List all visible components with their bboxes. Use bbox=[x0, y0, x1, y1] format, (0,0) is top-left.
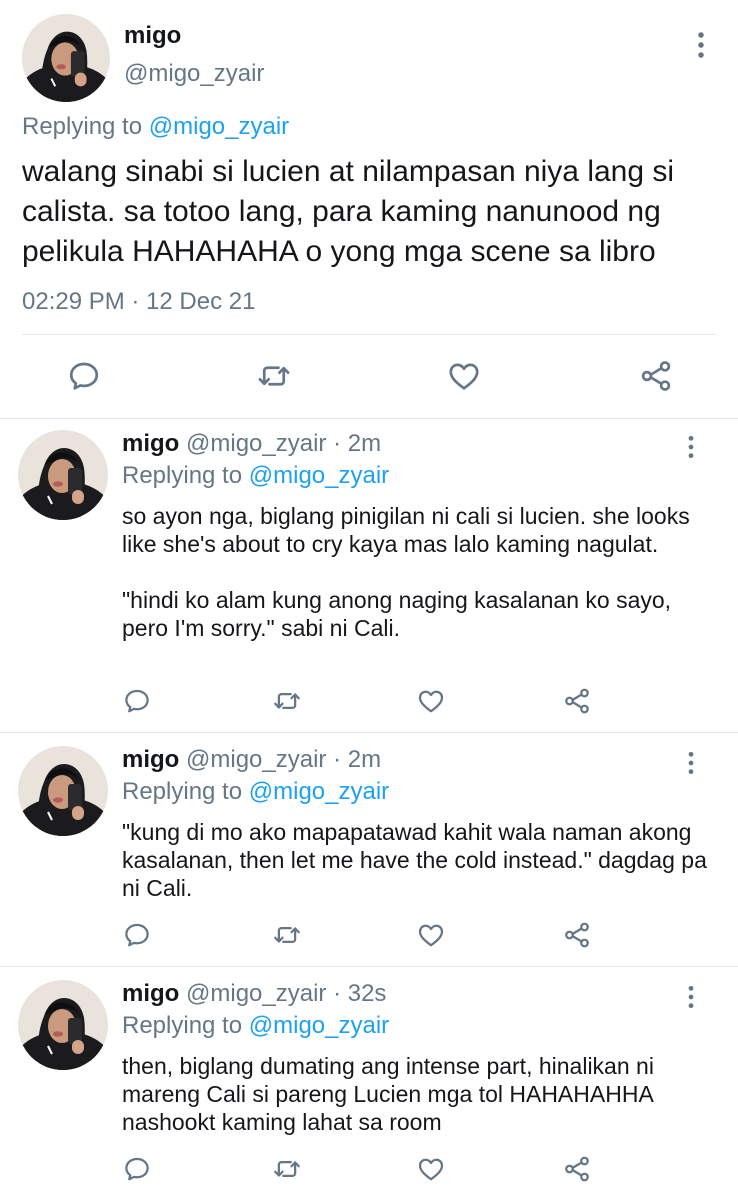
like-icon[interactable] bbox=[416, 686, 446, 716]
retweet-icon[interactable] bbox=[272, 686, 302, 716]
share-icon[interactable] bbox=[562, 686, 592, 716]
more-options-icon[interactable] bbox=[684, 434, 698, 460]
tweet-header: migo @migo_zyair · 2m bbox=[122, 746, 381, 774]
tweet-text: then, biglang dumating ang intense part,… bbox=[122, 1053, 654, 1135]
main-tweet: migo @migo_zyair Replying to @migo_zyair… bbox=[0, 0, 738, 418]
tweet-text: "kung di mo ako mapapatawad kahit wala n… bbox=[122, 819, 707, 901]
replying-to-line: Replying to @migo_zyair bbox=[122, 778, 389, 806]
display-name[interactable]: migo bbox=[122, 430, 179, 457]
share-icon[interactable] bbox=[562, 920, 592, 950]
replying-to-handle-link[interactable]: @migo_zyair bbox=[249, 1012, 389, 1039]
divider bbox=[22, 334, 716, 335]
user-handle[interactable]: @migo_zyair bbox=[186, 430, 326, 457]
avatar[interactable] bbox=[18, 746, 108, 836]
replying-to-handle-link[interactable]: @migo_zyair bbox=[249, 778, 389, 805]
share-icon[interactable] bbox=[562, 1154, 592, 1184]
avatar[interactable] bbox=[22, 14, 110, 102]
user-handle[interactable]: @migo_zyair bbox=[186, 746, 326, 773]
tweet-actions bbox=[0, 920, 738, 956]
reply-icon[interactable] bbox=[122, 920, 152, 950]
tweet-header: migo @migo_zyair · 32s bbox=[122, 980, 386, 1008]
avatar[interactable] bbox=[18, 430, 108, 520]
tweet-text: walang sinabi si lucien at nilampasan ni… bbox=[22, 155, 675, 268]
replying-to-label: Replying to bbox=[122, 462, 243, 489]
user-handle[interactable]: @migo_zyair bbox=[186, 980, 326, 1007]
reply-icon[interactable] bbox=[122, 686, 152, 716]
replying-to-label: Replying to bbox=[22, 113, 143, 140]
user-handle[interactable]: @migo_zyair bbox=[124, 60, 264, 88]
replying-to-line: Replying to @migo_zyair bbox=[122, 462, 389, 490]
tweet-timestamp[interactable]: 02:29 PM · 12 Dec 21 bbox=[22, 288, 255, 316]
tweet-header: migo @migo_zyair · 2m bbox=[122, 430, 381, 458]
tweet-text: so ayon nga, biglang pinigilan ni cali s… bbox=[122, 503, 690, 641]
replying-to-handle-link[interactable]: @migo_zyair bbox=[149, 113, 289, 140]
display-name[interactable]: migo bbox=[122, 980, 179, 1007]
retweet-icon[interactable] bbox=[272, 920, 302, 950]
share-icon[interactable] bbox=[638, 358, 674, 394]
avatar[interactable] bbox=[18, 980, 108, 1070]
display-name[interactable]: migo bbox=[122, 746, 179, 773]
tweet-actions bbox=[0, 686, 738, 722]
tweet-actions bbox=[0, 358, 738, 398]
like-icon[interactable] bbox=[416, 920, 446, 950]
display-name[interactable]: migo bbox=[124, 22, 181, 50]
replying-to-label: Replying to bbox=[122, 778, 243, 805]
replying-to-label: Replying to bbox=[122, 1012, 243, 1039]
replying-to-line: Replying to @migo_zyair bbox=[122, 1012, 389, 1040]
more-options-icon[interactable] bbox=[684, 750, 698, 776]
tweet-time: · 32s bbox=[333, 980, 387, 1007]
reply-icon[interactable] bbox=[66, 358, 102, 394]
more-options-icon[interactable] bbox=[684, 984, 698, 1010]
divider bbox=[0, 966, 738, 967]
tweet-actions bbox=[0, 1154, 738, 1190]
like-icon[interactable] bbox=[446, 358, 482, 394]
divider bbox=[0, 732, 738, 733]
retweet-icon[interactable] bbox=[256, 358, 292, 394]
reply-tweet[interactable]: migo @migo_zyair · 2m Replying to @migo_… bbox=[0, 418, 738, 732]
replying-to-handle-link[interactable]: @migo_zyair bbox=[249, 462, 389, 489]
reply-icon[interactable] bbox=[122, 1154, 152, 1184]
reply-tweet[interactable]: migo @migo_zyair · 32s Replying to @migo… bbox=[0, 968, 738, 1200]
replying-to-line: Replying to @migo_zyair bbox=[22, 113, 289, 141]
reply-tweet[interactable]: migo @migo_zyair · 2m Replying to @migo_… bbox=[0, 734, 738, 966]
tweet-time: · 2m bbox=[333, 430, 382, 457]
more-options-icon[interactable] bbox=[694, 30, 708, 60]
tweet-time: · 2m bbox=[333, 746, 382, 773]
retweet-icon[interactable] bbox=[272, 1154, 302, 1184]
like-icon[interactable] bbox=[416, 1154, 446, 1184]
